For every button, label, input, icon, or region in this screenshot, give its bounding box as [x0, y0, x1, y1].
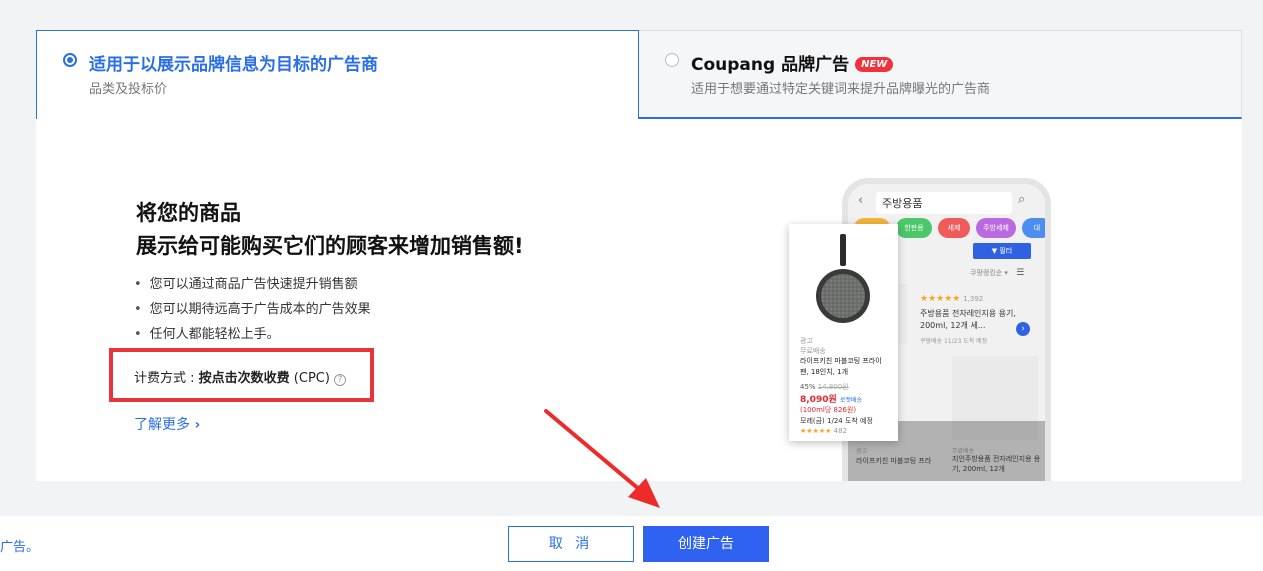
- next-arrow-icon: ›: [1016, 322, 1030, 336]
- phone-rating: ★★★★★ 1,392: [920, 294, 983, 304]
- benefit-item: 您可以期待远高于广告成本的广告效果: [134, 302, 371, 327]
- create-ad-button[interactable]: 创建广告: [643, 526, 769, 562]
- benefit-item: 您可以通过商品广告快速提升销售额: [134, 277, 371, 302]
- phone-item-delivery: 쿠팡배송 11/23 도착 예정: [920, 338, 988, 345]
- footer-note: 广告。: [0, 540, 40, 555]
- radio-unselected-icon[interactable]: [665, 53, 679, 67]
- category-chip: 한판용: [896, 218, 932, 238]
- category-chip: 대: [1022, 218, 1045, 238]
- original-price: 14,800원: [817, 383, 849, 391]
- tab-title: 适用于以展示品牌信息为目标的广告商: [89, 55, 378, 75]
- card-delivery-date: 모레(금) 1/24 도착 예정: [800, 417, 873, 425]
- new-badge: NEW: [855, 57, 894, 72]
- review-count: 1,392: [963, 295, 984, 303]
- headline-line-1: 将您的商品: [136, 201, 241, 225]
- phone-item-name: 주방용품 전자레인지용 용기, 200ml, 12개 세...: [920, 309, 1016, 330]
- card-price: 8,090원 로켓배송: [800, 392, 862, 405]
- chevron-right-icon: ›: [194, 417, 201, 433]
- review-count: 482: [833, 427, 847, 435]
- tab-title: Coupang 品牌广告 NEW: [691, 50, 894, 75]
- discount-rate: 45%: [800, 383, 816, 391]
- price-value: 8,090원: [800, 395, 837, 405]
- category-chip: 세제: [938, 218, 970, 238]
- radio-selected-icon[interactable]: [63, 53, 77, 67]
- frying-pan-image: [816, 234, 870, 323]
- phone-search-bar: 주방용품: [876, 192, 1012, 214]
- featured-product-card: 광고 무료배송 라이프키친 마블코팅 프라이팬, 18인치, 1개 45% 14…: [789, 224, 898, 441]
- phone-sort-label: 쿠팡랭킹순 ▾ ☰: [970, 268, 1024, 278]
- back-icon: ‹: [858, 193, 864, 208]
- star-icons: ★★★★★: [800, 427, 832, 435]
- sort-text: 쿠팡랭킹순 ▾: [970, 269, 1008, 277]
- headline: 将您的商品 展示给可能购买它们的顾客来增加销售额!: [136, 197, 524, 263]
- learn-more-label: 了解更多: [134, 417, 190, 433]
- card-product-name: 라이프키친 마블코팅 프라이팬, 18인치, 1개: [800, 357, 882, 376]
- card-ad-label: 광고: [800, 337, 813, 345]
- headline-line-2: 展示给可能购买它们的顾客来增加销售额!: [136, 234, 524, 258]
- card-ship-label: 무료배송: [800, 347, 826, 355]
- product-ads-panel: 将您的商品 展示给可能购买它们的顾客来增加销售额! 您可以通过商品广告快速提升销…: [36, 119, 1242, 481]
- footer-bar: 广告。 取 消 创建广告: [0, 516, 1263, 571]
- tab-subtitle: 品类及投标价: [89, 82, 168, 97]
- list-icon: ☰: [1016, 268, 1025, 278]
- tab-subtitle: 适用于想要通过特定关键词来提升品牌曝光的广告商: [691, 82, 991, 97]
- rocket-delivery-badge: 로켓배송: [839, 397, 862, 404]
- cancel-button[interactable]: 取 消: [508, 526, 634, 562]
- phone-filter-button: ▼ 필터: [973, 243, 1031, 259]
- annotation-highlight-box: [109, 348, 374, 402]
- card-rating: ★★★★★ 482: [800, 427, 847, 435]
- category-chip: 주방세제: [976, 218, 1016, 238]
- tab-title-text: Coupang 品牌广告: [691, 55, 850, 75]
- card-unit-price: (100ml당 826원): [800, 406, 857, 414]
- tab-display-brand[interactable]: 适用于以展示品牌信息为目标的广告商 品类及投标价: [36, 30, 639, 119]
- benefit-list: 您可以通过商品广告快速提升销售额 您可以期待远高于广告成本的广告效果 任何人都能…: [134, 277, 371, 352]
- search-icon: ⌕: [1018, 192, 1026, 207]
- star-icons: ★★★★★: [920, 294, 961, 304]
- learn-more-link[interactable]: 了解更多 ›: [134, 414, 200, 434]
- card-discount: 45% 14,800원: [800, 382, 849, 392]
- tab-coupang-brand-ads[interactable]: Coupang 品牌广告 NEW 适用于想要通过特定关键词来提升品牌曝光的广告商: [639, 30, 1242, 119]
